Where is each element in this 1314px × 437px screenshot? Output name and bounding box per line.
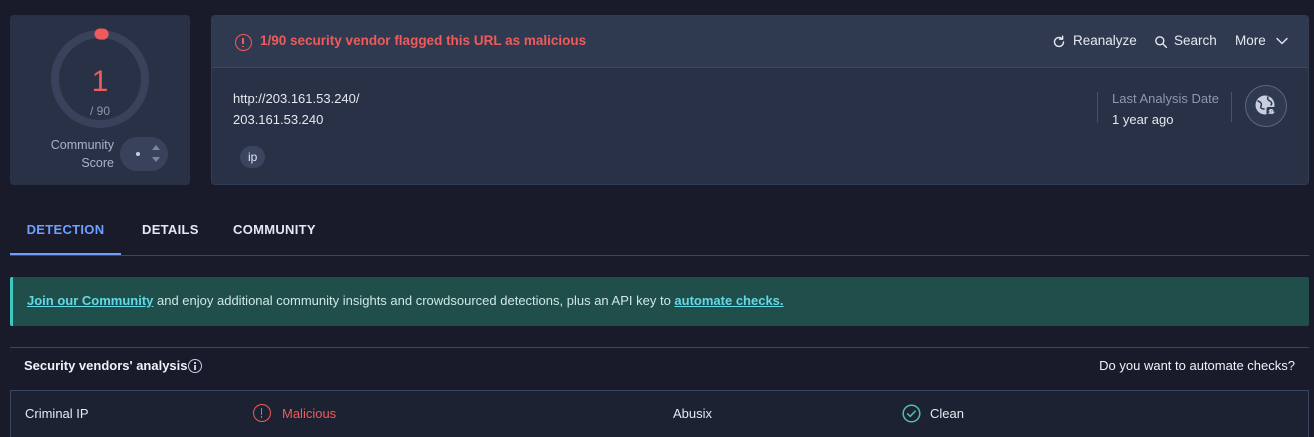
join-community-link[interactable]: Join our Community bbox=[27, 293, 153, 308]
vendors-analysis-header: Security vendors' analysis Do you want t… bbox=[10, 347, 1309, 384]
tab-bar: DETECTION DETAILS COMMUNITY bbox=[10, 205, 1309, 256]
chevron-down-icon bbox=[1276, 37, 1288, 45]
more-menu-button[interactable]: More bbox=[1235, 33, 1288, 48]
community-vote-control[interactable] bbox=[120, 137, 168, 171]
vote-down-icon[interactable] bbox=[152, 157, 160, 162]
vendors-analysis-title: Security vendors' analysis bbox=[24, 358, 188, 373]
alert-circle-icon bbox=[235, 34, 252, 51]
alert-bar: 1/90 security vendor flagged this URL as… bbox=[212, 16, 1308, 68]
vendor-result-malicious: Malicious bbox=[282, 406, 337, 421]
tag-badge[interactable]: ip bbox=[240, 146, 266, 168]
detection-score-card: 1 / 90 Community Score bbox=[10, 15, 190, 185]
vendor-result-clean: Clean bbox=[930, 406, 964, 421]
scanned-url: http://203.161.53.240/ bbox=[233, 91, 360, 106]
refresh-icon bbox=[1053, 35, 1065, 48]
more-label: More bbox=[1235, 33, 1266, 48]
community-banner: Join our Community and enjoy additional … bbox=[10, 277, 1309, 326]
last-analysis-value: 1 year ago bbox=[1112, 112, 1174, 127]
clean-check-icon bbox=[902, 404, 921, 423]
reanalyze-label: Reanalyze bbox=[1073, 33, 1137, 48]
scanned-host: 203.161.53.240 bbox=[233, 112, 324, 127]
search-label: Search bbox=[1174, 33, 1217, 48]
malicious-alert-icon bbox=[253, 404, 271, 422]
last-analysis-label: Last Analysis Date bbox=[1112, 91, 1219, 106]
reanalyze-button[interactable]: Reanalyze bbox=[1052, 33, 1137, 48]
url-type-button[interactable] bbox=[1245, 85, 1287, 127]
detection-count: 1 bbox=[91, 65, 109, 98]
alert-text: 1/90 security vendor flagged this URL as… bbox=[260, 33, 587, 48]
url-summary-card: 1/90 security vendor flagged this URL as… bbox=[211, 15, 1309, 185]
automate-checks-prompt[interactable]: Do you want to automate checks? bbox=[1099, 358, 1295, 373]
tab-details[interactable]: DETAILS bbox=[142, 205, 199, 255]
tab-detection[interactable]: DETECTION bbox=[10, 205, 121, 255]
vendor-name: Criminal IP bbox=[25, 406, 89, 421]
community-score-label: Community Score bbox=[50, 138, 114, 170]
divider bbox=[1231, 92, 1232, 122]
vendor-row: Criminal IP Malicious Abusix Clean bbox=[10, 390, 1309, 437]
divider bbox=[1097, 92, 1098, 122]
info-icon[interactable] bbox=[188, 359, 202, 373]
automate-checks-link[interactable]: automate checks. bbox=[674, 293, 783, 308]
tab-community[interactable]: COMMUNITY bbox=[233, 205, 316, 255]
banner-middle-text: and enjoy additional community insights … bbox=[153, 293, 675, 308]
search-icon bbox=[1155, 36, 1168, 49]
detection-total: / 90 bbox=[89, 104, 110, 118]
search-button[interactable]: Search bbox=[1154, 33, 1217, 49]
vendor-name: Abusix bbox=[673, 406, 713, 421]
vote-up-icon[interactable] bbox=[152, 145, 160, 150]
globe-link-icon bbox=[1255, 95, 1277, 117]
vote-value-dot bbox=[136, 152, 140, 156]
banner-text: Join our Community and enjoy additional … bbox=[27, 293, 784, 308]
